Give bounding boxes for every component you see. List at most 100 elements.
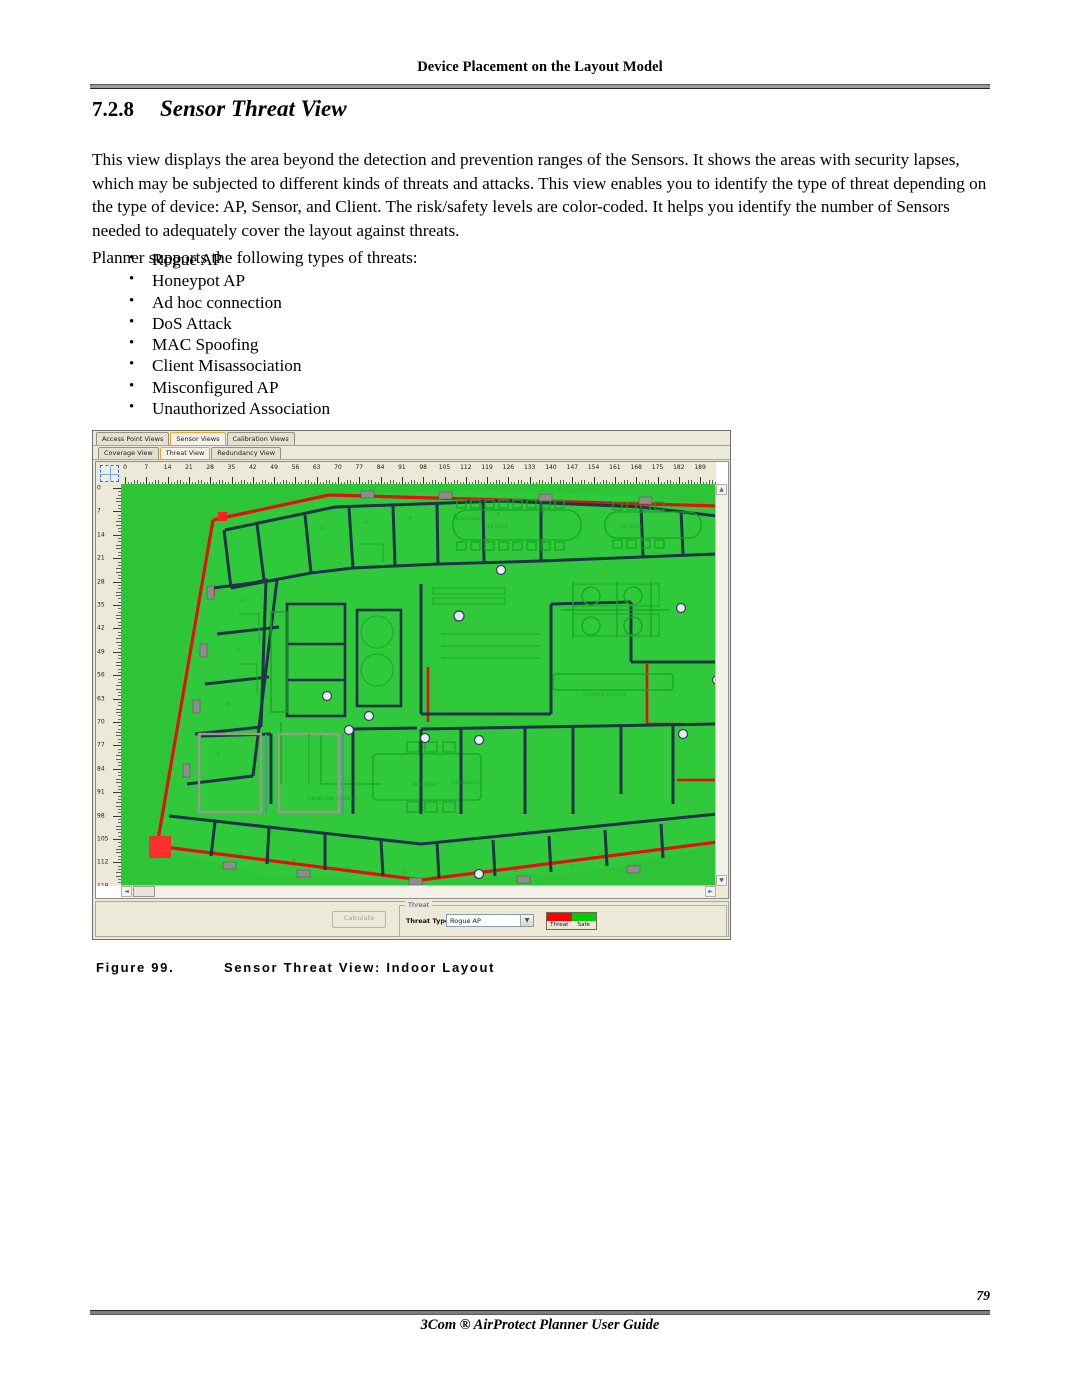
ruler-tick bbox=[359, 477, 361, 484]
layout-canvas[interactable]: 0 7 14 21 28 35 42 49 56 63 70 77 84 91 98 105 112 119 126… bbox=[95, 461, 729, 899]
ruler-tick bbox=[113, 511, 121, 513]
bullet-icon: • bbox=[129, 250, 135, 266]
ruler-tick bbox=[529, 477, 531, 484]
ruler-origin-button[interactable] bbox=[96, 462, 122, 485]
ruler-label: 21 bbox=[185, 464, 193, 471]
calculate-button[interactable]: Calculate bbox=[332, 911, 386, 928]
scroll-right-arrow-icon[interactable]: ► bbox=[705, 886, 716, 897]
ruler-label: 70 bbox=[334, 464, 342, 471]
ruler-label: 154 bbox=[587, 464, 600, 471]
scroll-down-arrow-icon[interactable]: ▼ bbox=[716, 875, 727, 886]
svg-text:P: P bbox=[571, 864, 574, 870]
list-item-label: Misconfigured AP bbox=[152, 377, 279, 397]
ruler-tick bbox=[167, 477, 169, 484]
legend-swatches bbox=[547, 913, 596, 921]
secondary-tab-bar: Coverage View Threat View Redundancy Vie… bbox=[93, 446, 730, 460]
ruler-label: 28 bbox=[97, 578, 105, 586]
legend-threat-label: Threat bbox=[550, 922, 569, 928]
list-item-label: MAC Spoofing bbox=[152, 335, 259, 355]
ruler-label: 35 bbox=[227, 464, 236, 471]
ruler-label: 182 bbox=[673, 464, 685, 471]
grid-icon bbox=[100, 465, 119, 482]
ruler-label: 7 bbox=[144, 464, 149, 471]
ruler-tick bbox=[231, 477, 233, 484]
tab-coverage-view[interactable]: Coverage View bbox=[98, 447, 159, 459]
bullet-icon: • bbox=[129, 399, 135, 416]
vertical-ruler: 0 7 14 21 28 35 42 49 56 63 70 77 84 91 98 105 112 119 bbox=[96, 484, 122, 886]
ruler-tick bbox=[113, 628, 121, 630]
svg-text:P: P bbox=[409, 516, 412, 522]
list-item: • Honeypot AP bbox=[92, 270, 692, 291]
ruler-label: 161 bbox=[609, 464, 621, 471]
threat-type-list: • Rogue AP • Honeypot AP • Ad hoc connectio… bbox=[92, 249, 692, 419]
ruler-label: 14 bbox=[163, 464, 172, 471]
tab-access-point-views[interactable]: Access Point Views bbox=[96, 432, 170, 445]
ruler-label: 168 bbox=[630, 464, 642, 471]
ruler-label: 189 bbox=[694, 464, 706, 471]
ruler-tick bbox=[593, 477, 595, 484]
list-item-label: Rogue AP bbox=[152, 250, 223, 269]
ruler-tick bbox=[252, 477, 254, 484]
ruler-label: 21 bbox=[97, 554, 105, 562]
tab-threat-view[interactable]: Threat View bbox=[159, 447, 211, 459]
bullet-icon: • bbox=[129, 335, 135, 352]
scroll-up-arrow-icon[interactable]: ▲ bbox=[716, 484, 727, 495]
ruler-tick bbox=[338, 477, 339, 484]
list-item: • Ad hoc connection bbox=[92, 292, 692, 313]
svg-text:a: a bbox=[515, 869, 518, 874]
threat-type-select[interactable]: Rogue AP ▼ bbox=[446, 914, 534, 927]
svg-text:P: P bbox=[321, 526, 324, 532]
ruler-tick bbox=[678, 477, 680, 484]
ruler-label: 140 bbox=[545, 464, 557, 471]
svg-text:P: P bbox=[217, 752, 220, 758]
figure-number: Figure 99. bbox=[96, 960, 175, 975]
ruler-label: 63 bbox=[312, 464, 321, 471]
page-running-header: Device Placement on the Layout Model bbox=[90, 58, 990, 76]
legend-safe-swatch bbox=[571, 913, 596, 921]
tab-sensor-views[interactable]: Sensor Views bbox=[170, 432, 226, 445]
ruler-label: 49 bbox=[270, 464, 278, 471]
map-vertical-scrollbar[interactable]: ▲ ▼ bbox=[715, 484, 728, 886]
footer-divider bbox=[90, 1310, 990, 1315]
ruler-label: 119 bbox=[481, 464, 493, 471]
ruler-label: 77 bbox=[97, 741, 105, 749]
ruler-tick bbox=[125, 477, 126, 484]
ruler-label: 91 bbox=[398, 464, 406, 471]
ruler-tick bbox=[113, 698, 121, 700]
ruler-tick bbox=[508, 477, 510, 484]
tab-redundancy-view[interactable]: Redundancy View bbox=[211, 447, 282, 459]
list-item-label: Ad hoc connection bbox=[152, 292, 282, 312]
ruler-tick bbox=[657, 477, 659, 484]
intro-paragraph: This view displays the area beyond the d… bbox=[92, 150, 987, 240]
ruler-tick bbox=[113, 722, 121, 723]
svg-text:MEDITATION: MEDITATION bbox=[453, 516, 481, 522]
ruler-label: 98 bbox=[97, 812, 105, 820]
threat-group-box: Threat Threat Type Rogue AP ▼ Threat Saf… bbox=[399, 901, 727, 937]
ruler-label: 42 bbox=[97, 624, 105, 632]
ruler-label: 126 bbox=[502, 464, 515, 471]
ruler-label: 112 bbox=[97, 858, 109, 866]
ruler-tick bbox=[113, 815, 121, 817]
legend-safe-label: Safe bbox=[577, 922, 590, 928]
svg-text:STORAGE CLOSETS: STORAGE CLOSETS bbox=[583, 692, 626, 698]
ruler-tick bbox=[614, 477, 616, 484]
horizontal-scroll-thumb[interactable] bbox=[133, 886, 155, 897]
list-item: • DoS Attack bbox=[92, 313, 692, 334]
figure-title: Sensor Threat View: Indoor Layout bbox=[224, 960, 496, 975]
scroll-left-arrow-icon[interactable]: ◄ bbox=[121, 886, 132, 897]
header-divider bbox=[90, 84, 990, 89]
svg-text:P: P bbox=[293, 858, 296, 864]
tab-calibration-views[interactable]: Calibration Views bbox=[226, 432, 295, 445]
svg-text:P: P bbox=[237, 648, 240, 654]
map-horizontal-scrollbar[interactable]: ◄ ► bbox=[121, 885, 716, 898]
chevron-down-icon[interactable]: ▼ bbox=[520, 915, 533, 926]
ruler-tick bbox=[316, 477, 318, 484]
list-item-label: Unauthorized Association bbox=[152, 399, 331, 419]
ruler-label: 70 bbox=[97, 718, 105, 726]
floorplan-map[interactable]: PA PA AA AP PP AP AA Aa P MEDITATION 14 … bbox=[121, 484, 716, 886]
ruler-tick bbox=[551, 477, 552, 484]
svg-text:AV CLOSET: AV CLOSET bbox=[413, 782, 438, 788]
legend-labels: Threat Safe bbox=[547, 921, 596, 930]
ruler-label: 56 bbox=[97, 671, 105, 679]
list-item: • Unauthorized Association bbox=[92, 398, 692, 419]
